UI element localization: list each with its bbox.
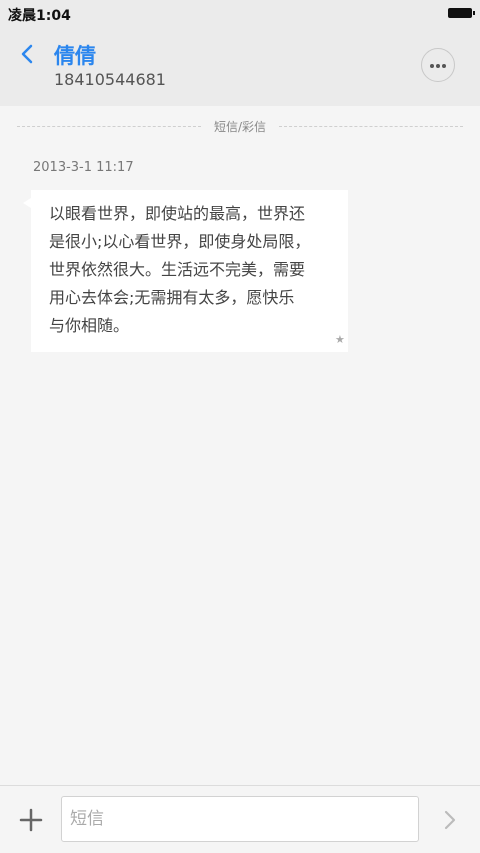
chevron-left-icon <box>21 44 33 64</box>
more-options-button[interactable] <box>421 48 455 82</box>
more-horizontal-icon <box>430 64 434 68</box>
back-button[interactable] <box>14 40 42 70</box>
more-horizontal-icon-dot <box>442 64 446 68</box>
status-bar: 凌晨1:04 <box>0 0 480 28</box>
message-text: 以眼看世界，即使站的最高，世界还 是很小;以心看世界，即使身处局限， 世界依然很… <box>49 204 311 335</box>
composer-bar <box>0 785 480 853</box>
status-time: 凌晨1:04 <box>8 8 71 24</box>
plus-icon <box>19 808 43 832</box>
chevron-right-icon <box>444 810 456 830</box>
contact-phone-number: 18410544681 <box>54 70 166 89</box>
message-timestamp: 2013-3-1 11:17 <box>33 160 134 175</box>
battery-icon <box>448 8 475 18</box>
conversation-header: 倩倩 18410544681 <box>0 28 480 106</box>
add-attachment-button[interactable] <box>18 807 44 833</box>
message-type-divider: 短信/彩信 <box>213 120 267 134</box>
divider-line-left <box>17 126 201 127</box>
more-horizontal-icon-dot <box>436 64 440 68</box>
contact-name: 倩倩 <box>54 44 96 68</box>
bubble-tail <box>23 198 31 208</box>
send-button[interactable] <box>438 806 462 834</box>
star-icon: ★ <box>335 333 345 346</box>
divider-line-right <box>279 126 463 127</box>
message-bubble[interactable]: 以眼看世界，即使站的最高，世界还 是很小;以心看世界，即使身处局限， 世界依然很… <box>31 190 348 352</box>
message-input[interactable] <box>61 796 419 842</box>
